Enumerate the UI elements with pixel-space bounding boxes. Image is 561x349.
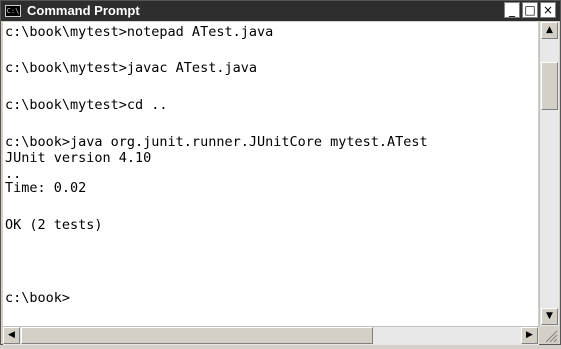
console-line: c:\book>java org.junit.runner.JUnitCore …	[5, 134, 428, 150]
console-line: c:\book\mytest>notepad ATest.java	[5, 24, 274, 40]
scroll-right-icon[interactable]: ▶	[521, 327, 538, 344]
minimize-button[interactable]: _	[504, 2, 520, 18]
vertical-scrollbar[interactable]: ▲ ▼	[539, 22, 559, 326]
command-prompt-window: C:\ Command Prompt _ □ × c:\book\mytest>…	[0, 0, 561, 345]
console-line: c:\book\mytest>javac ATest.java	[5, 60, 257, 76]
resize-grip-icon[interactable]	[539, 326, 559, 344]
horizontal-scroll-thumb[interactable]	[21, 327, 373, 344]
console-output[interactable]: c:\book\mytest>notepad ATest.java c:\boo…	[3, 22, 538, 326]
scroll-up-icon[interactable]: ▲	[541, 22, 558, 39]
scroll-left-icon[interactable]: ◀	[3, 327, 20, 344]
console-line: Time: 0.02	[5, 180, 87, 196]
maximize-button[interactable]: □	[522, 2, 538, 18]
cmd-icon[interactable]: C:\	[5, 5, 21, 17]
window-title: Command Prompt	[27, 3, 140, 18]
close-button[interactable]: ×	[540, 2, 556, 18]
vertical-scroll-thumb[interactable]	[541, 62, 558, 110]
title-bar[interactable]: C:\ Command Prompt _ □ ×	[1, 1, 560, 21]
horizontal-scrollbar[interactable]: ◀ ▶	[3, 326, 539, 345]
console-line: c:\book\mytest>cd ..	[5, 97, 168, 113]
scroll-down-icon[interactable]: ▼	[541, 308, 558, 325]
console-line: JUnit version 4.10	[5, 150, 152, 166]
console-line: OK (2 tests)	[5, 217, 103, 233]
console-line: c:\book>	[5, 290, 71, 306]
